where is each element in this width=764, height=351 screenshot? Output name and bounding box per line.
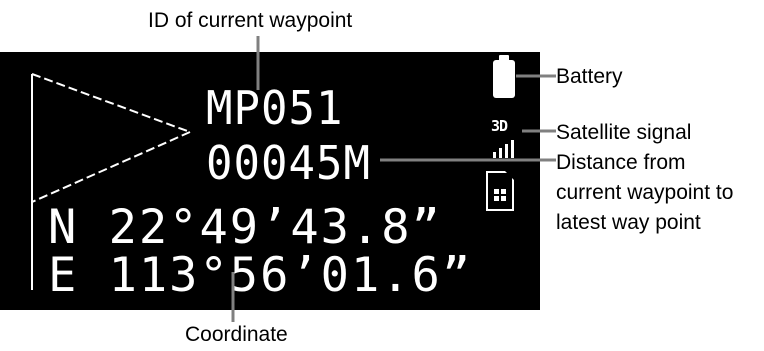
callout-distance-line1: Distance from [556,151,686,174]
callout-satellite: Satellite signal [556,121,692,144]
longitude-display: E 113°56’01.6” [48,248,473,303]
callout-coordinate: Coordinate [185,323,288,346]
latitude-display: N 22°49’43.8” [48,200,442,255]
callout-waypoint-id: ID of current waypoint [148,9,353,32]
battery-icon [493,55,515,98]
callout-distance-line2: current waypoint to [556,181,734,204]
callout-distance-line3: latest way point [556,211,701,234]
satellite-signal-icon [493,140,514,158]
waypoint-id-display: MP051 [206,81,344,136]
callout-battery: Battery [556,65,623,88]
satellite-mode: 3D [491,117,508,135]
memory-card-icon [486,171,514,211]
distance-display: 00045M [206,136,371,191]
